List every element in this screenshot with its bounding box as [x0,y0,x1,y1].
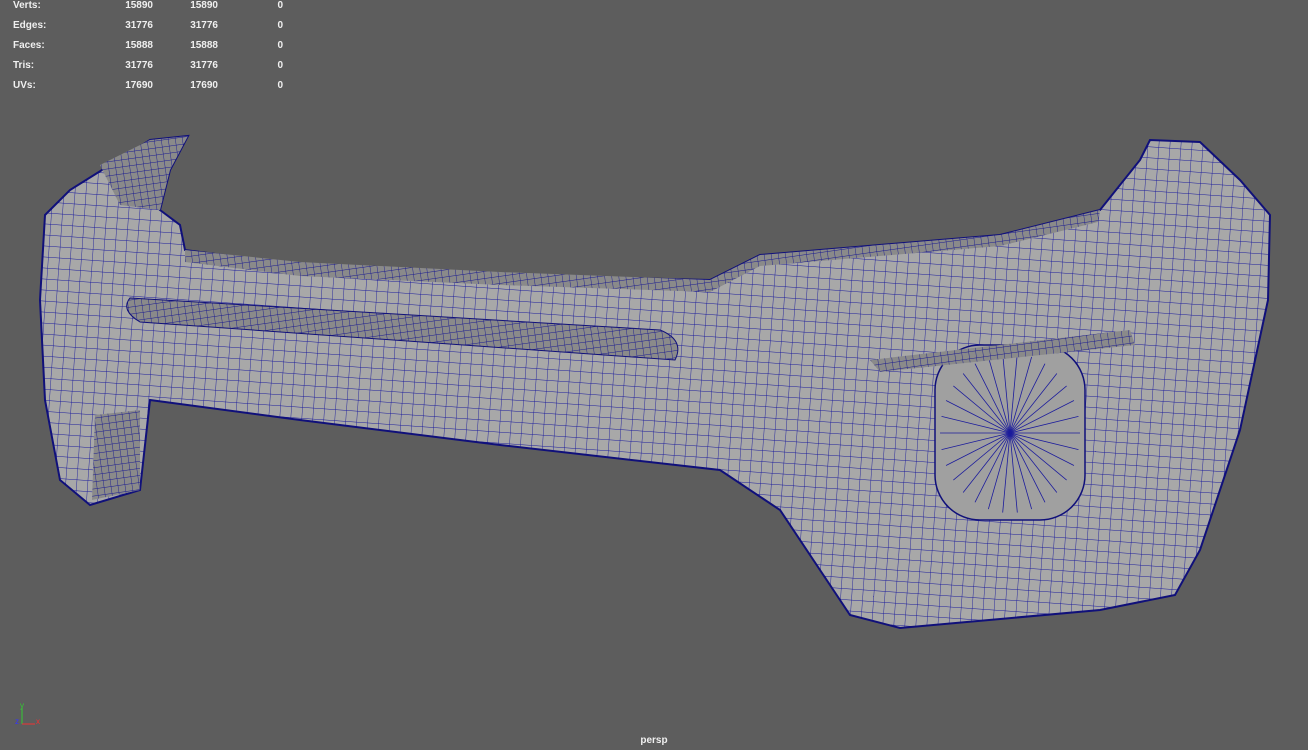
hud-label: Faces: [13,40,45,51]
hud-a: 15888 [125,40,153,51]
hud-label: Tris: [13,60,35,71]
axis-indicator: y x z [10,700,50,735]
hud-c: 0 [277,0,283,11]
hud-row: Tris: 31776 31776 0 [13,60,283,80]
viewport-mesh[interactable] [0,0,1308,750]
hud-row: Faces: 15888 15888 0 [13,40,283,60]
hud-c: 0 [277,20,283,31]
axis-y-label: y [20,701,24,710]
hud-c: 0 [277,40,283,51]
axis-z-label: z [15,717,19,726]
hud-row: UVs: 17690 17690 0 [13,80,283,100]
hud-a: 15890 [125,0,153,11]
hud-c: 0 [277,80,283,91]
hud-row: Edges: 31776 31776 0 [13,20,283,40]
poly-count-hud: Verts: 15890 15890 0 Edges: 31776 31776 0 Faces:… [13,0,283,100]
bumper-mesh[interactable] [38,134,1272,630]
hud-a: 31776 [125,20,153,31]
hud-row: Verts: 15890 15890 0 [13,0,283,20]
hud-b: 15888 [190,40,218,51]
hud-label: Edges: [13,20,47,31]
hud-b: 17690 [190,80,218,91]
camera-name-label: persp [640,735,668,746]
hud-c: 0 [277,60,283,71]
hud-label: UVs: [13,80,36,91]
axis-x-label: x [36,717,40,726]
hud-a: 31776 [125,60,153,71]
hud-b: 31776 [190,60,218,71]
hud-b: 31776 [190,20,218,31]
hud-a: 17690 [125,80,153,91]
hud-b: 15890 [190,0,218,11]
left-leg [92,410,140,500]
hud-label: Verts: [13,0,41,11]
